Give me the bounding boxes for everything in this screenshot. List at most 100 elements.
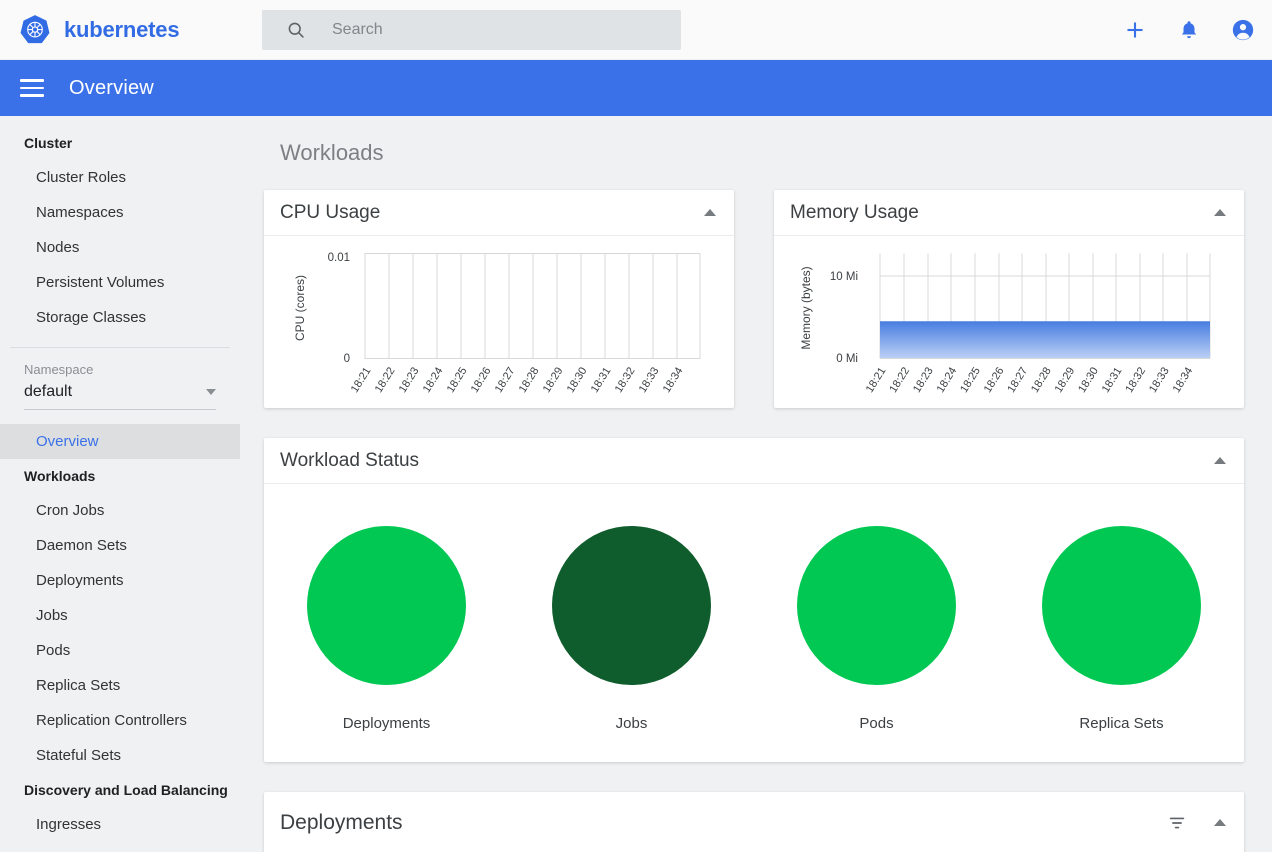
x-tick-label: 18:34 [1171,365,1196,395]
x-tick-label: 18:30 [1076,365,1101,395]
memory-card-title: Memory Usage [790,201,919,223]
x-tick-label: 18:31 [1100,365,1125,395]
x-tick-label: 18:21 [349,365,374,395]
sidebar-item-cluster-roles[interactable]: Cluster Roles [0,160,240,195]
sidebar-item-cron-jobs[interactable]: Cron Jobs [0,493,240,528]
notifications-button[interactable] [1176,17,1202,43]
create-button[interactable] [1122,17,1148,43]
x-tick-label: 18:26 [469,365,494,395]
workload-status-body: Deployments Jobs Pods Replica Sets [264,484,1244,762]
sidebar-item-storage-classes[interactable]: Storage Classes [0,300,240,335]
status-item-deployments[interactable]: Deployments [264,526,509,732]
x-tick-label: 18:25 [958,365,983,395]
status-label-deployments: Deployments [342,715,431,732]
status-donut-deployments [307,526,466,685]
x-tick-label: 18:22 [887,365,912,395]
x-tick-label: 18:24 [421,365,446,395]
sidebar-section-cluster: Cluster [24,135,73,151]
sidebar-item-replication-controllers[interactable]: Replication Controllers [0,703,240,738]
hamburger-icon[interactable] [20,74,44,102]
top-bar-actions [1122,0,1256,60]
status-donut-replica-sets [1042,526,1201,685]
memory-usage-chart: Memory (bytes) 10 Mi 0 Mi 18:2118:2218:2… [799,253,1211,395]
status-item-replica-sets[interactable]: Replica Sets [999,526,1244,732]
namespace-select[interactable]: default [24,383,216,410]
cpu-usage-card: CPU Usage CPU (cores) 0.01 0 18:21 18:22… [264,190,734,408]
kubernetes-logo-icon [20,14,50,43]
x-tick-label: 18:34 [661,365,686,395]
workload-status-title: Workload Status [280,449,420,471]
sidebar-item-stateful-sets[interactable]: Stateful Sets [0,738,240,773]
namespace-label: Namespace [24,362,94,377]
bell-icon [1181,21,1197,39]
workload-status-header: Workload Status [264,438,1244,484]
cpu-ytick-max: 0.01 [328,252,350,264]
cpu-gridlines [364,253,701,359]
brand-logo-area[interactable]: kubernetes [18,13,180,47]
caret-up-icon[interactable] [1214,457,1226,464]
page-title: Overview [69,76,154,99]
filter-icon[interactable] [1166,812,1188,834]
cpu-usage-chart: CPU (cores) 0.01 0 18:21 18:22 18:23 18:… [293,252,701,395]
status-item-pods[interactable]: Pods [754,526,999,732]
x-tick-label: 18:28 [517,365,542,395]
main-content: Workloads CPU Usage CPU (cores) 0.01 0 1… [240,116,1272,852]
cpu-ytick-min: 0 [344,353,350,365]
sidebar-item-overview[interactable]: Overview [0,424,240,459]
x-tick-label: 18:24 [935,365,960,395]
sidebar-item-nodes[interactable]: Nodes [0,230,240,265]
memory-ytick-min: 0 Mi [836,353,858,365]
workload-status-card: Workload Status Deployments Jobs Pods Re… [264,438,1244,762]
sidebar-nav: Cluster Cluster Roles Namespaces Nodes P… [0,116,240,852]
page-toolbar: Overview [0,60,1272,116]
sidebar-item-namespaces[interactable]: Namespaces [0,195,240,230]
sidebar-item-persistent-volumes[interactable]: Persistent Volumes [0,265,240,300]
status-item-jobs[interactable]: Jobs [509,526,754,732]
x-tick-label: 18:32 [613,365,638,395]
memory-ytick-max: 10 Mi [830,271,858,283]
memory-chart-body: Memory (bytes) 10 Mi 0 Mi 18:21 18:22 18… [774,236,1244,408]
account-circle-icon [1232,19,1254,41]
cpu-x-axis-ticks: 18:21 18:22 18:23 18:24 18:25 18:26 18:27 18:28… [349,365,686,395]
x-tick-label: 18:31 [589,365,614,395]
namespace-value: default [24,383,73,400]
status-label-pods: Pods [859,715,894,732]
memory-y-axis-label: Memory (bytes) [799,266,813,349]
search-bar[interactable] [262,10,681,50]
sidebar-item-ingresses[interactable]: Ingresses [0,807,240,842]
caret-up-icon[interactable] [704,209,716,216]
x-tick-label: 18:33 [637,365,662,395]
sidebar-item-deployments[interactable]: Deployments [0,563,240,598]
x-tick-label: 18:22 [373,365,398,395]
content-heading: Workloads [280,140,384,165]
sidebar-section-discovery: Discovery and Load Balancing [24,782,228,798]
cpu-chart-body: CPU (cores) 0.01 0 18:21 18:22 18:23 18:… [264,236,734,408]
memory-card-header: Memory Usage [774,190,1244,236]
x-tick-label: 18:25 [445,365,470,395]
chevron-down-icon [206,389,216,395]
deployments-card-header: Deployments [264,792,1244,852]
cpu-card-title: CPU Usage [280,201,381,223]
caret-up-icon[interactable] [1214,209,1226,216]
deployments-card: Deployments [264,792,1244,852]
account-button[interactable] [1230,17,1256,43]
status-label-replica-sets: Replica Sets [1079,715,1164,732]
caret-up-icon[interactable] [1214,819,1226,826]
x-tick-label: 18:23 [397,365,422,395]
x-tick-label: 18:27 [493,365,518,395]
cpu-card-header: CPU Usage [264,190,734,236]
memory-x-axis-ticks: 18:2118:2218:2318:2418:2518:2618:2718:28… [864,365,1196,395]
sidebar-item-services[interactable]: Services [0,842,240,852]
status-donut-jobs [552,526,711,685]
x-tick-label: 18:29 [541,365,566,395]
x-tick-label: 18:32 [1123,365,1148,395]
sidebar-item-replica-sets[interactable]: Replica Sets [0,668,240,703]
brand-name: kubernetes [64,16,180,42]
search-input[interactable] [332,21,632,39]
sidebar-item-pods[interactable]: Pods [0,633,240,668]
sidebar-item-daemon-sets[interactable]: Daemon Sets [0,528,240,563]
sidebar-item-jobs[interactable]: Jobs [0,598,240,633]
x-tick-label: 18:21 [864,365,889,395]
status-donut-pods [797,526,956,685]
sidebar-section-workloads: Workloads [24,468,96,484]
